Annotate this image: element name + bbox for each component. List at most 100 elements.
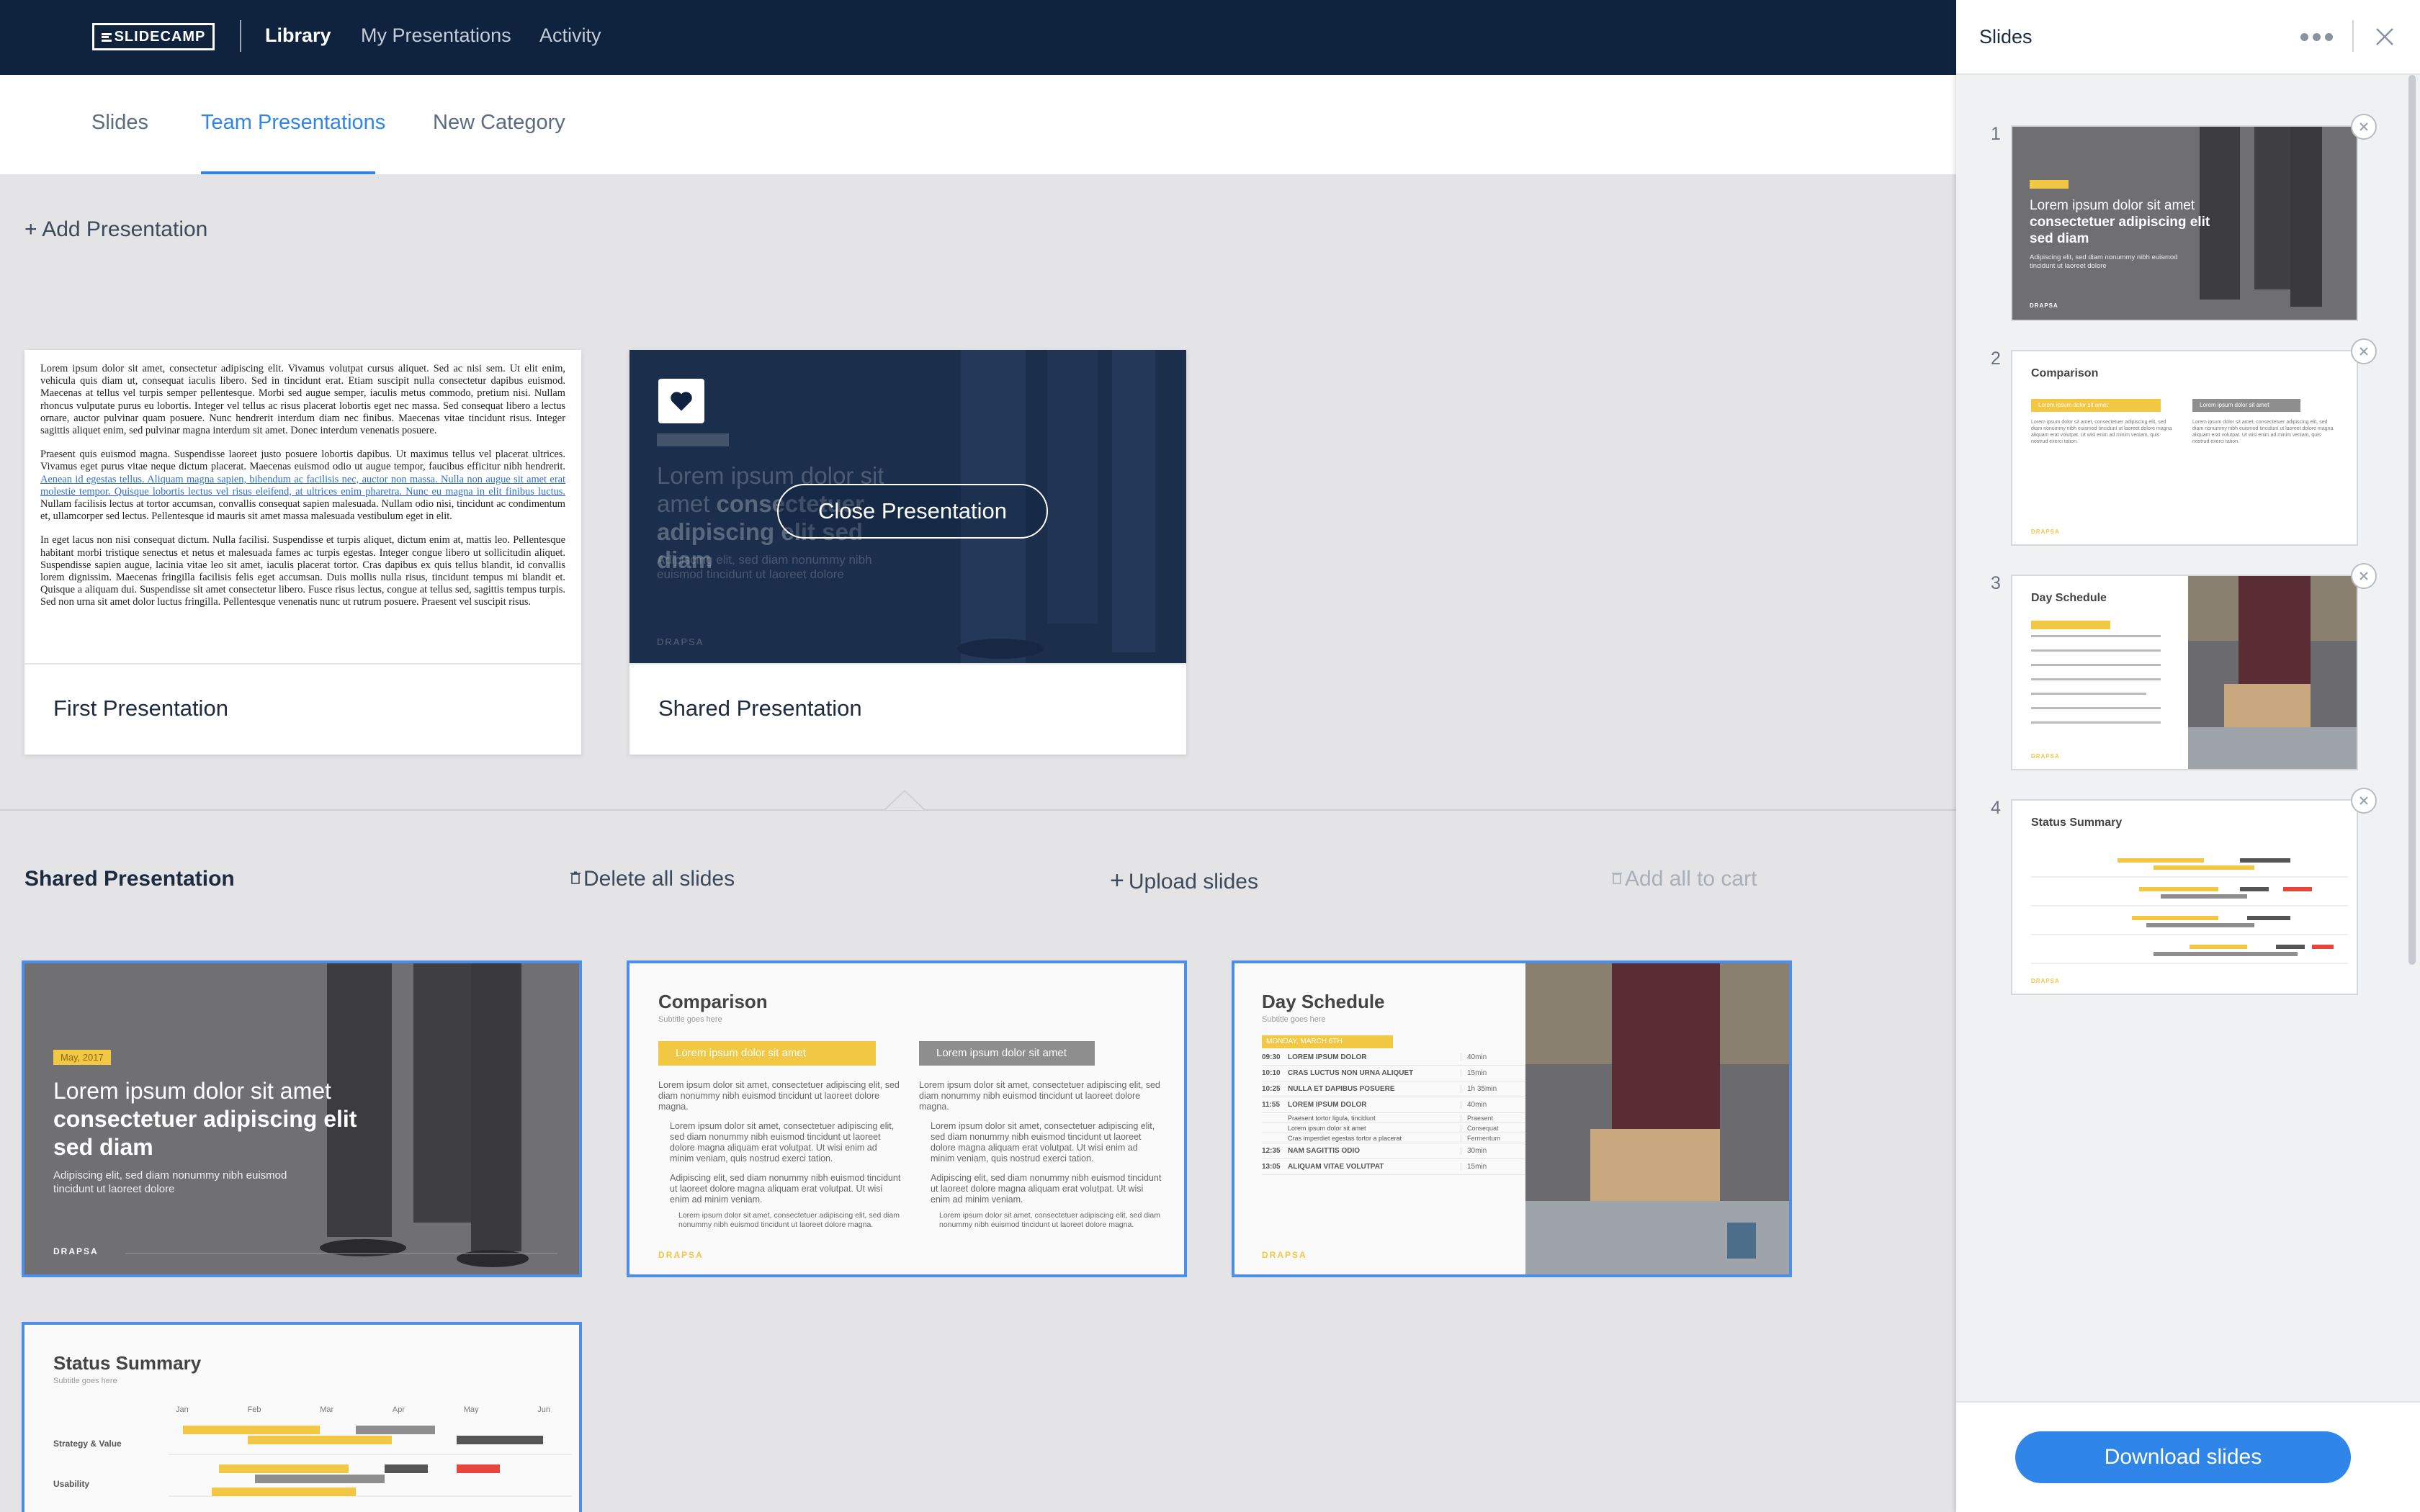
- close-icon: [2360, 122, 2368, 131]
- favorite-button[interactable]: [658, 379, 704, 423]
- expanded-pointer: [884, 789, 925, 811]
- slide-card-cover[interactable]: May, 2017 Lorem ipsum dolor sit amet con…: [22, 960, 582, 1277]
- schedule-item: NULLA ET DAPIBUS POSUERE: [1288, 1085, 1395, 1093]
- right-column-label: Lorem ipsum dolor sit amet: [919, 1041, 1095, 1066]
- slide-card-status-summary[interactable]: Status Summary Subtitle goes here Jan Feb…: [22, 1322, 582, 1512]
- nav-my-presentations[interactable]: My Presentations: [361, 24, 511, 47]
- slide-title: Status Summary: [53, 1352, 202, 1374]
- presentation-card-shared[interactable]: Lorem ipsum dolor sit amet consectetuer …: [629, 350, 1186, 755]
- schedule-duration: 40min: [1461, 1101, 1504, 1109]
- add-all-to-cart-button[interactable]: Add all to cart: [1612, 867, 1757, 891]
- schedule-duration: Praesent: [1461, 1114, 1504, 1122]
- cover-title-plain: Lorem ipsum dolor sit amet: [53, 1078, 331, 1104]
- schedule-duration: 40min: [1461, 1053, 1504, 1061]
- cover-subtitle: Adipiscing elit, sed diam nonummy nibh e…: [657, 553, 872, 581]
- schedule-day: MONDAY, MARCH 6TH: [1262, 1035, 1393, 1048]
- thumb-left-body: Lorem ipsum dolor sit amet, consectetuer…: [2031, 420, 2172, 444]
- schedule-item: ALIQUAM VITAE VOLUTPAT: [1288, 1163, 1384, 1171]
- document-preview: Lorem ipsum dolor sit amet, consectetur …: [24, 350, 581, 663]
- thumb-title-bold: consectetuer adipiscing elit sed diam: [2030, 215, 2210, 246]
- more-options-icon[interactable]: [2300, 26, 2338, 48]
- thumb-title-plain: Lorem ipsum dolor sit amet: [2030, 198, 2195, 213]
- sidebar-slide-4[interactable]: Status Summary DRAPSA: [2011, 799, 2358, 995]
- upload-slides-button[interactable]: + Upload slides: [1110, 867, 1258, 895]
- left-column-label: Lorem ipsum dolor sit amet: [658, 1041, 876, 1066]
- slide-logo: DRAPSA: [1262, 1250, 1307, 1260]
- cover-date-badge: May, 2017: [53, 1050, 111, 1065]
- remove-slide-button[interactable]: [2351, 114, 2377, 140]
- schedule-row: 10:25 NULLA ET DAPIBUS POSUERE 1h 35min: [1262, 1081, 1528, 1097]
- schedule-row: 13:05 ALIQUAM VITAE VOLUTPAT 15min: [1262, 1159, 1528, 1175]
- sidebar-slide-1[interactable]: Lorem ipsum dolor sit amet consectetuer …: [2011, 125, 2358, 321]
- card-divider: [629, 663, 1186, 665]
- thumb-subtitle: Adipiscing elit, sed diam nonummy nibh e…: [2030, 253, 2178, 270]
- slidecamp-logo[interactable]: SLIDECAMP: [92, 23, 215, 50]
- remove-slide-button[interactable]: [2351, 788, 2377, 814]
- sidebar-slide-2[interactable]: Comparison Lorem ipsum dolor sit amet Lo…: [2011, 350, 2358, 546]
- schedule-duration: 1h 35min: [1461, 1085, 1504, 1093]
- sidebar-footer: Download slides: [1956, 1401, 2420, 1512]
- cover-subtitle: Adipiscing elit, sed diam nonummy nibh e…: [53, 1169, 287, 1195]
- slide-logo: DRAPSA: [658, 1250, 704, 1260]
- body-text: Lorem ipsum dolor sit amet, consectetuer…: [658, 1080, 900, 1112]
- slide-number: 1: [1991, 124, 2001, 144]
- top-nav: SLIDECAMP Library My Presentations Activ…: [0, 0, 1956, 75]
- thumb-title: Day Schedule: [2031, 592, 2107, 604]
- close-icon: [2360, 796, 2368, 805]
- close-icon[interactable]: [2372, 24, 2397, 49]
- card-divider: [24, 663, 581, 665]
- cover-logo: DRAPSA: [657, 636, 704, 647]
- add-presentation-button[interactable]: + Add Presentation: [24, 217, 207, 242]
- schedule-item: LOREM IPSUM DOLOR: [1288, 1053, 1367, 1061]
- bullet-text: Lorem ipsum dolor sit amet, consectetuer…: [939, 1211, 1160, 1229]
- plus-icon: +: [1110, 867, 1124, 894]
- close-presentation-button[interactable]: Close Presentation: [777, 484, 1048, 539]
- schedule-time: 10:25: [1262, 1085, 1281, 1093]
- bullet-text: Adipiscing elit, sed diam nonummy nibh e…: [931, 1173, 1162, 1205]
- thumb-right-label: Lorem ipsum dolor sit amet: [2192, 399, 2300, 412]
- thumb-day-bar: [2031, 621, 2110, 629]
- nav-activity[interactable]: Activity: [539, 24, 601, 47]
- delete-all-label: Delete all slides: [583, 867, 735, 891]
- doc-link[interactable]: Aenean id egestas tellus. Aliquam magna …: [40, 474, 565, 498]
- delete-all-slides-button[interactable]: Delete all slides: [570, 867, 735, 891]
- schedule-time: 12:35: [1262, 1147, 1281, 1155]
- section-title: Shared Presentation: [24, 867, 235, 891]
- slide-title: Comparison: [658, 991, 768, 1012]
- schedule-row: Lorem ipsum dolor sit amet Consequat: [1262, 1123, 1528, 1133]
- tab-team-presentations[interactable]: Team Presentations: [201, 111, 385, 135]
- month-label: Feb: [247, 1405, 261, 1414]
- tab-slides[interactable]: Slides: [91, 111, 148, 135]
- sidebar-slide-3[interactable]: Day Schedule DRAPSA: [2011, 575, 2358, 770]
- doc-paragraph-2: Praesent quis euismod magna. Suspendisse…: [40, 449, 565, 523]
- sidebar-scrollbar[interactable]: [2408, 75, 2416, 965]
- thumb-title: Lorem ipsum dolor sit amet consectetuer …: [2030, 197, 2231, 247]
- bullet-text: Adipiscing elit, sed diam nonummy nibh e…: [670, 1173, 901, 1205]
- month-label: Jun: [537, 1405, 550, 1414]
- nav-library[interactable]: Library: [265, 24, 331, 47]
- tab-new-category[interactable]: New Category: [433, 111, 565, 135]
- thumb-photo: [2188, 576, 2357, 769]
- nav-divider: [240, 20, 241, 52]
- slide-subtitle: Subtitle goes here: [658, 1015, 722, 1024]
- remove-slide-button[interactable]: [2351, 563, 2377, 589]
- slide-card-schedule[interactable]: Day Schedule Subtitle goes here MONDAY, …: [1232, 960, 1792, 1277]
- doc-paragraph-3: In eget lacus non nisi consequat dictum.…: [40, 534, 565, 608]
- header-divider: [2352, 20, 2354, 52]
- slides-sidebar: Slides 1 Lorem ipsum dolor sit amet cons…: [1956, 0, 2420, 1512]
- thumb-logo: DRAPSA: [2031, 528, 2060, 535]
- thumb-title: Status Summary: [2031, 816, 2123, 829]
- remove-slide-button[interactable]: [2351, 338, 2377, 364]
- slide-logo: DRAPSA: [53, 1246, 99, 1256]
- schedule-item: Praesent tortor ligula, tincidunt: [1288, 1114, 1376, 1122]
- schedule-time: 10:10: [1262, 1069, 1281, 1077]
- presentation-card-first[interactable]: Lorem ipsum dolor sit amet, consectetur …: [24, 350, 581, 755]
- category-tabs: Slides Team Presentations New Category: [0, 75, 1956, 174]
- slide-subtitle: Subtitle goes here: [53, 1377, 117, 1385]
- schedule-row: 11:55 LOREM IPSUM DOLOR 40min: [1262, 1097, 1528, 1113]
- schedule-table: 09:30 LOREM IPSUM DOLOR 40min 10:10 CRAS LUC…: [1262, 1050, 1528, 1175]
- download-slides-button[interactable]: Download slides: [2015, 1431, 2351, 1483]
- menu-lines-icon: [101, 32, 112, 42]
- doc-text: Praesent quis euismod magna. Suspendisse…: [40, 449, 565, 473]
- slide-card-comparison[interactable]: Comparison Subtitle goes here Lorem ipsu…: [627, 960, 1187, 1277]
